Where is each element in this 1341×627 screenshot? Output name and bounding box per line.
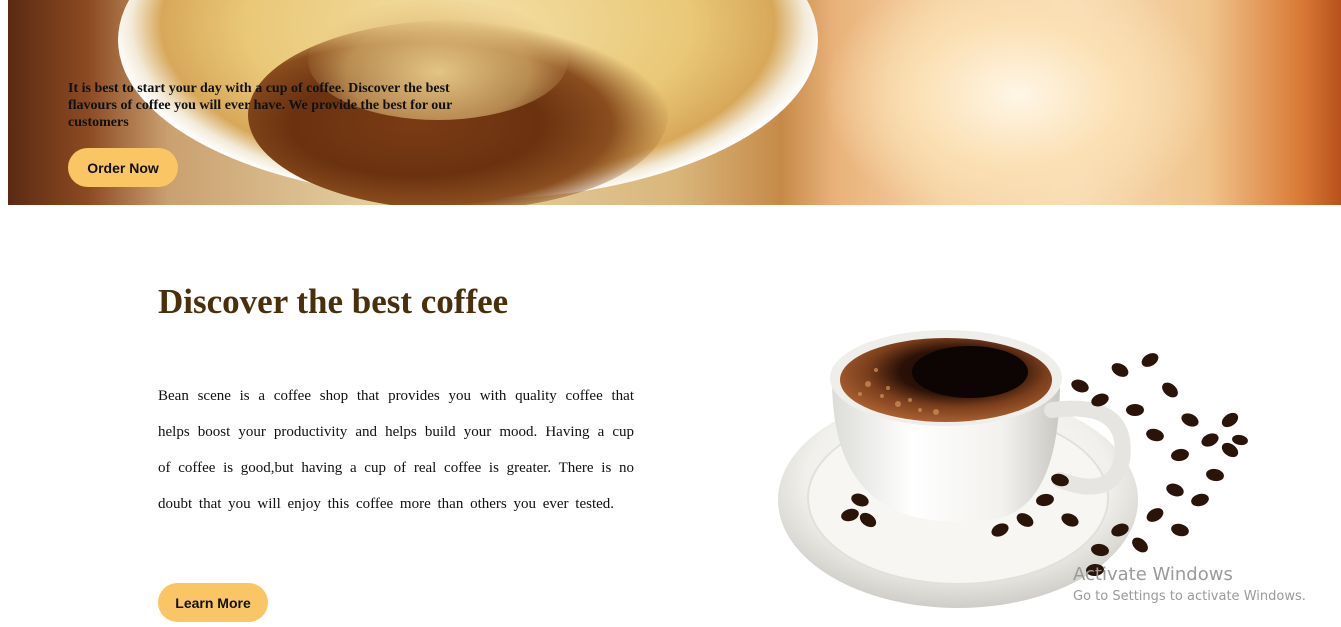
watermark-subtitle: Go to Settings to activate Windows. — [1073, 589, 1306, 604]
about-title: Discover the best coffee — [158, 282, 509, 321]
learn-more-button[interactable]: Learn More — [158, 583, 268, 622]
activate-windows-watermark: Activate Windows Go to Settings to activ… — [1073, 564, 1306, 607]
about-description: Bean scene is a coffee shop that provide… — [158, 388, 634, 512]
hero-tagline: It is best to start your day with a cup … — [68, 81, 453, 130]
hero-banner: It is best to start your day with a cup … — [8, 0, 1341, 205]
order-now-button[interactable]: Order Now — [68, 148, 178, 187]
watermark-title: Activate Windows — [1073, 564, 1233, 585]
